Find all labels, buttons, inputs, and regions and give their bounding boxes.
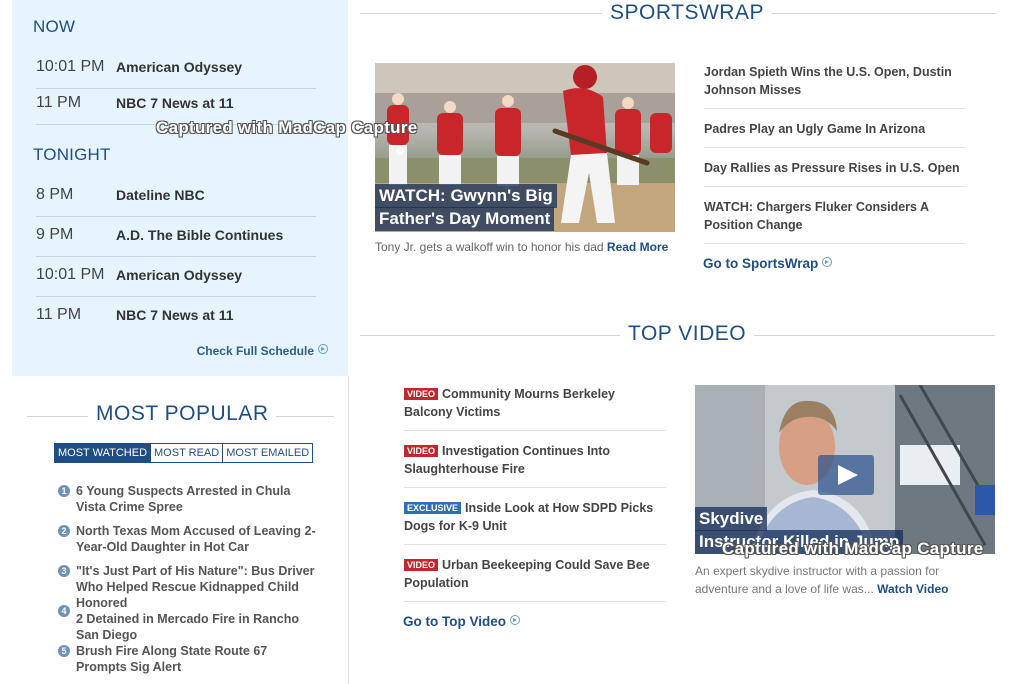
most-popular-tabs: MOST WATCHED MOST READ MOST EMAILED xyxy=(54,443,314,463)
list-item-link[interactable]: Brush Fire Along State Route 67 Prompts … xyxy=(76,643,321,675)
goto-sportswrap-label[interactable]: Go to SportsWrap xyxy=(703,256,818,271)
rank-badge: 2 xyxy=(58,525,70,537)
schedule-time: 11 PM xyxy=(36,94,82,111)
schedule-time: 11 PM xyxy=(36,306,82,323)
top-video-thumbnail[interactable]: Skydive Instructor Killed in Jump xyxy=(695,385,995,554)
video-story[interactable]: VIDEO Urban Beekeeping Could Save Bee Pop… xyxy=(404,556,666,602)
schedule-row[interactable]: 10:01 PM American Odyssey xyxy=(36,52,316,89)
play-icon[interactable] xyxy=(818,455,874,495)
video-photo-caption[interactable]: Skydive xyxy=(695,507,768,531)
sportswrap-subcaption: Tony Jr. gets a walkoff win to honor his… xyxy=(375,240,668,254)
video-story[interactable]: VIDEO Community Mourns Berkeley Balcony V… xyxy=(404,385,666,431)
check-full-schedule-label[interactable]: Check Full Schedule xyxy=(197,344,314,358)
video-story[interactable]: VIDEO Investigation Continues Into Slaugh… xyxy=(404,442,666,488)
list-item-link[interactable]: 2 Detained in Mercado Fire in Rancho San… xyxy=(76,611,321,643)
rank-badge: 1 xyxy=(58,485,70,497)
schedule-row[interactable]: 10:01 PM American Odyssey xyxy=(36,260,316,297)
watch-video-link[interactable]: Watch Video xyxy=(877,582,948,596)
check-full-schedule-link[interactable]: Check Full Schedule xyxy=(197,344,328,358)
top-video-title: TOP VIDEO xyxy=(620,322,755,346)
sportswrap-photo[interactable]: WATCH: Gwynn's Big Father's Day Moment xyxy=(375,63,675,232)
video-badge: VIDEO xyxy=(404,388,439,400)
schedule-row[interactable]: 9 PM A.D. The Bible Continues xyxy=(36,220,316,257)
arrow-circle-icon xyxy=(318,344,328,354)
read-more-link[interactable]: Read More xyxy=(607,240,668,254)
schedule-row[interactable]: 11 PM NBC 7 News at 11 xyxy=(36,300,316,336)
rank-badge: 5 xyxy=(58,645,70,657)
schedule-show[interactable]: NBC 7 News at 11 xyxy=(116,95,234,111)
list-item-link[interactable]: North Texas Mom Accused of Leaving 2-Yea… xyxy=(76,523,321,555)
schedule-show[interactable]: Dateline NBC xyxy=(116,187,205,203)
tab-most-read[interactable]: MOST READ xyxy=(150,444,222,462)
schedule-panel: NOW 10:01 PM American Odyssey 11 PM NBC … xyxy=(12,0,348,376)
list-item-link[interactable]: "It's Just Part of His Nature": Bus Driv… xyxy=(76,563,321,611)
video-badge: VIDEO xyxy=(404,559,439,571)
video-story[interactable]: EXCLUSIVE Inside Look at How SDPD Picks D… xyxy=(404,499,666,545)
sportswrap-story[interactable]: WATCH: Chargers Fluker Considers A Posit… xyxy=(704,198,966,244)
tab-most-emailed[interactable]: MOST EMAILED xyxy=(222,444,312,462)
tab-most-watched[interactable]: MOST WATCHED xyxy=(55,444,151,462)
schedule-show[interactable]: A.D. The Bible Continues xyxy=(116,227,283,243)
sportswrap-photo-caption[interactable]: WATCH: Gwynn's Big xyxy=(375,184,557,208)
most-popular-title: MOST POPULAR xyxy=(88,402,277,426)
sportswrap-story[interactable]: Padres Play an Ugly Game In Arizona xyxy=(704,120,966,148)
rank-badge: 4 xyxy=(58,605,70,617)
top-video-subcaption: An expert skydive instructor with a pass… xyxy=(695,562,995,598)
schedule-show[interactable]: NBC 7 News at 11 xyxy=(116,307,234,323)
sportswrap-story[interactable]: Day Rallies as Pressure Rises in U.S. Op… xyxy=(704,159,966,187)
video-badge: VIDEO xyxy=(404,445,439,457)
schedule-show[interactable]: American Odyssey xyxy=(116,59,242,75)
schedule-time: 8 PM xyxy=(36,186,74,203)
capture-watermark: Captured with MadCap Capture xyxy=(156,118,418,137)
video-story-link[interactable]: Urban Beekeeping Could Save Bee Populati… xyxy=(404,558,650,590)
sportswrap-title: SPORTSWRAP xyxy=(602,1,772,25)
goto-top-video-label[interactable]: Go to Top Video xyxy=(403,614,506,629)
schedule-time: 9 PM xyxy=(36,226,74,243)
rank-badge: 3 xyxy=(58,565,70,577)
schedule-row[interactable]: 8 PM Dateline NBC xyxy=(36,180,316,217)
schedule-show[interactable]: American Odyssey xyxy=(116,267,242,283)
sportswrap-story[interactable]: Jordan Spieth Wins the U.S. Open, Dustin… xyxy=(704,63,966,109)
goto-top-video-link[interactable]: Go to Top Video xyxy=(403,614,520,629)
subcaption-text: Tony Jr. gets a walkoff win to honor his… xyxy=(375,240,604,254)
now-heading: NOW xyxy=(33,17,76,36)
arrow-circle-icon xyxy=(510,615,520,625)
capture-watermark: Captured with MadCap Capture xyxy=(722,539,984,558)
list-item-link[interactable]: 6 Young Suspects Arrested in Chula Vista… xyxy=(76,483,321,515)
exclusive-badge: EXCLUSIVE xyxy=(404,502,462,514)
tonight-heading: TONIGHT xyxy=(33,145,111,164)
arrow-circle-icon xyxy=(822,257,833,267)
goto-sportswrap-link[interactable]: Go to SportsWrap xyxy=(703,256,833,271)
schedule-time: 10:01 PM xyxy=(36,58,105,75)
schedule-time: 10:01 PM xyxy=(36,266,105,283)
column-divider xyxy=(348,376,349,684)
sportswrap-photo-caption[interactable]: Father's Day Moment xyxy=(375,207,555,231)
